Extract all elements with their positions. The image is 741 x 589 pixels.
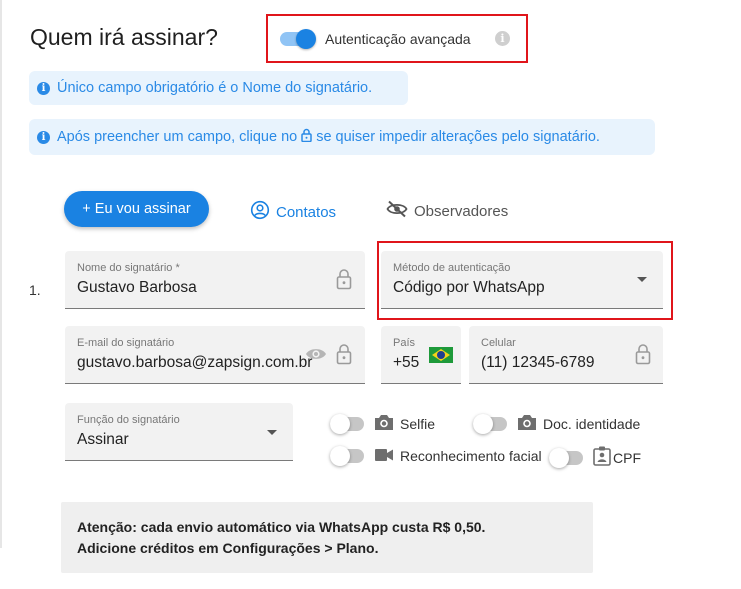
phone-value: (11) 12345-6789 bbox=[481, 354, 595, 371]
facial-recognition-label: Reconhecimento facial bbox=[400, 448, 542, 464]
camera-icon bbox=[374, 414, 394, 434]
signer-name-value: Gustavo Barbosa bbox=[77, 279, 197, 296]
banner-text-end: se quiser impedir alterações pelo signat… bbox=[316, 129, 600, 145]
signer-number: 1. bbox=[29, 282, 41, 298]
facial-recognition-option[interactable]: Reconhecimento facial bbox=[330, 446, 542, 466]
selfie-label: Selfie bbox=[400, 416, 436, 432]
advanced-auth-label: Autenticação avançada bbox=[325, 31, 471, 47]
observers-button[interactable]: Observadores bbox=[386, 200, 508, 222]
field-label: Nome do signatário * bbox=[77, 262, 180, 274]
id-document-toggle[interactable] bbox=[473, 414, 509, 434]
lock-icon[interactable] bbox=[635, 343, 651, 370]
lock-icon[interactable] bbox=[336, 343, 352, 370]
contacts-label: Contatos bbox=[276, 203, 337, 221]
banner-text: Único campo obrigatório é o Nome do sign… bbox=[57, 80, 373, 96]
id-document-option[interactable]: Doc. identidade bbox=[473, 414, 640, 434]
chevron-down-icon bbox=[267, 430, 277, 435]
whatsapp-cost-notice: Atenção: cada envio automático via Whats… bbox=[61, 502, 593, 573]
notice-line-2: Adicione créditos em Configurações > Pla… bbox=[77, 540, 379, 556]
selfie-toggle[interactable] bbox=[330, 414, 366, 434]
required-field-banner: i Único campo obrigatório é o Nome do si… bbox=[29, 71, 408, 105]
cpf-label: CPF bbox=[613, 449, 641, 466]
selfie-option[interactable]: Selfie bbox=[330, 414, 435, 434]
country-code-value: +55 bbox=[393, 354, 420, 371]
lock-icon[interactable] bbox=[336, 268, 352, 295]
eye-icon[interactable] bbox=[305, 346, 327, 367]
advanced-auth-toggle[interactable] bbox=[280, 29, 316, 49]
signer-email-value: gustavo.barbosa@zapsign.com.br bbox=[77, 354, 313, 371]
self-sign-button[interactable]: + Eu vou assinar bbox=[64, 191, 209, 227]
cpf-option[interactable]: CPF bbox=[549, 446, 641, 469]
facial-recognition-toggle[interactable] bbox=[330, 446, 366, 466]
info-icon[interactable]: i bbox=[495, 31, 510, 46]
lock-hint-banner: i Após preencher um campo, clique no se … bbox=[29, 119, 655, 155]
signer-role-select[interactable]: Função do signatário Assinar bbox=[65, 403, 293, 461]
field-label: País bbox=[393, 337, 416, 349]
brazil-flag-icon bbox=[429, 347, 453, 363]
field-label: Celular bbox=[481, 337, 516, 349]
info-icon: i bbox=[37, 130, 50, 144]
left-divider bbox=[0, 0, 2, 548]
info-icon: i bbox=[37, 81, 50, 95]
eye-off-icon bbox=[386, 200, 408, 222]
signer-role-value: Assinar bbox=[77, 431, 129, 448]
video-camera-icon bbox=[374, 448, 394, 465]
contacts-button[interactable]: Contatos bbox=[250, 200, 336, 224]
page-title: Quem irá assinar? bbox=[30, 24, 218, 50]
country-code-field[interactable]: País +55 bbox=[381, 326, 461, 384]
signer-email-field[interactable]: E-mail do signatário gustavo.barbosa@zap… bbox=[65, 326, 365, 384]
id-badge-icon bbox=[593, 446, 611, 469]
auth-method-highlight bbox=[377, 241, 673, 320]
notice-line-1: Atenção: cada envio automático via Whats… bbox=[77, 519, 486, 535]
account-circle-icon bbox=[250, 200, 270, 224]
banner-text-start: Após preencher um campo, clique no bbox=[57, 129, 298, 145]
field-label: E-mail do signatário bbox=[77, 337, 175, 349]
id-document-label: Doc. identidade bbox=[543, 416, 641, 432]
field-label: Função do signatário bbox=[77, 414, 180, 426]
lock-icon bbox=[301, 128, 312, 146]
camera-icon bbox=[517, 414, 537, 434]
cpf-toggle[interactable] bbox=[549, 447, 585, 468]
phone-field[interactable]: Celular (11) 12345-6789 bbox=[469, 326, 663, 384]
signer-name-field[interactable]: Nome do signatário * Gustavo Barbosa bbox=[65, 251, 365, 309]
observers-label: Observadores bbox=[414, 202, 509, 220]
